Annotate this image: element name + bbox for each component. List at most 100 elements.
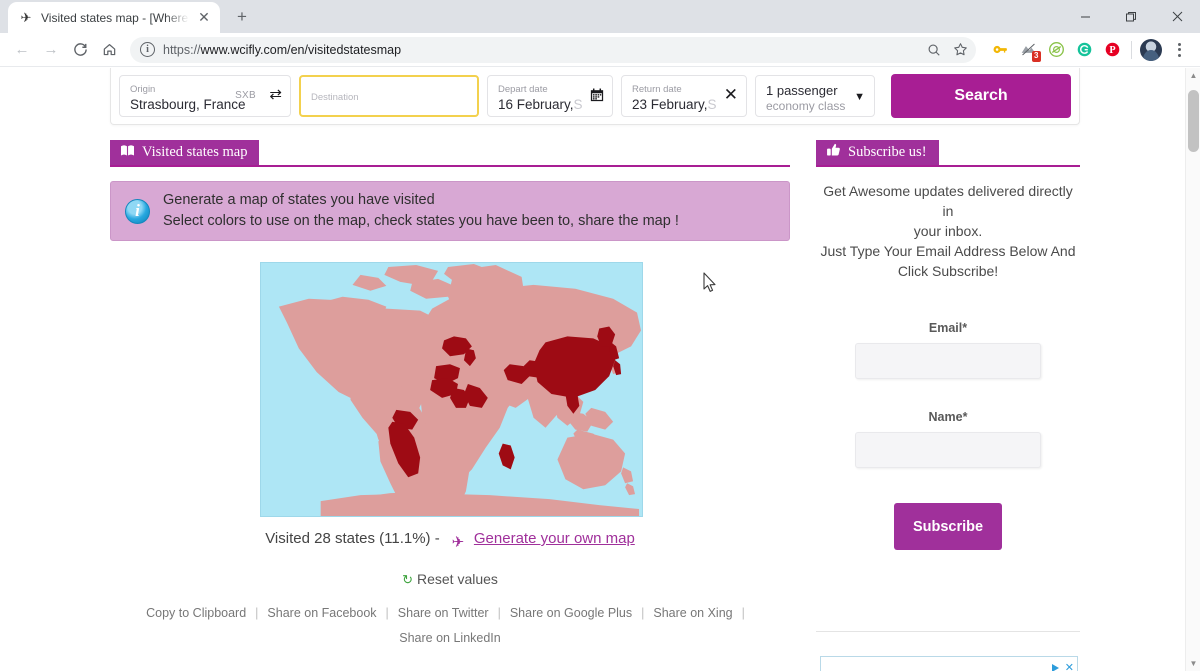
subscribe-tab[interactable]: Subscribe us! xyxy=(816,140,939,165)
minimize-button[interactable] xyxy=(1062,0,1108,33)
tab-title: Visited states map - [Where Can xyxy=(41,10,189,25)
browser-tab[interactable]: ✈ Visited states map - [Where Can ✕ xyxy=(8,2,220,33)
email-field[interactable] xyxy=(855,343,1041,379)
info-icon: i xyxy=(125,198,150,224)
depart-date-value: 16 February, xyxy=(498,96,574,112)
url-text: https://www.wcifly.com/en/visitedstatesm… xyxy=(163,43,914,57)
info-circle-icon[interactable]: i xyxy=(140,42,155,57)
url-scheme: https:// xyxy=(163,42,201,57)
airplane-icon: ✈ xyxy=(451,534,465,551)
page-scrollbar[interactable]: ▲ ▼ xyxy=(1185,68,1200,671)
origin-iata-code: SXB xyxy=(235,90,256,101)
extension-icons: 3 P xyxy=(983,37,1192,63)
subscribe-header: Subscribe us! xyxy=(816,140,1080,167)
destination-field[interactable]: Destination xyxy=(299,75,479,117)
share-on-xing-link[interactable]: Share on Xing xyxy=(653,606,732,620)
info-banner: i Generate a map of states you have visi… xyxy=(110,181,790,241)
privacy-badger-icon[interactable] xyxy=(1043,37,1069,63)
refresh-icon: ↻ xyxy=(402,572,413,587)
map-book-icon xyxy=(120,144,135,162)
destination-label: Destination xyxy=(311,92,359,103)
new-tab-button[interactable]: + xyxy=(228,3,256,31)
world-map[interactable] xyxy=(260,262,643,517)
passenger-selector[interactable]: 1 passenger economy class ▼ xyxy=(755,75,875,117)
home-icon[interactable] xyxy=(95,36,123,64)
advertisement[interactable]: ✕ xyxy=(820,656,1078,671)
world-map-svg xyxy=(261,263,642,516)
subscribe-desc-line-4: Click Subscribe! xyxy=(897,263,999,279)
share-on-twitter-link[interactable]: Share on Twitter xyxy=(398,606,489,620)
email-label: Email* xyxy=(928,321,968,335)
generate-your-own-map-link[interactable]: Generate your own map xyxy=(474,530,635,547)
kebab-menu-icon[interactable] xyxy=(1166,37,1192,63)
avatar[interactable] xyxy=(1138,37,1164,63)
window-controls xyxy=(1062,0,1200,33)
omnibox-icons xyxy=(922,38,972,62)
scroll-down-arrow[interactable]: ▼ xyxy=(1186,656,1200,671)
visited-states-map-tab[interactable]: Visited states map xyxy=(110,140,260,165)
share-on-google-plus-link[interactable]: Share on Google Plus xyxy=(510,606,632,620)
depart-date-field[interactable]: Depart date 16 February,S xyxy=(487,75,613,117)
reload-icon[interactable] xyxy=(66,36,94,64)
share-separator: | xyxy=(741,606,745,620)
close-icon[interactable]: ✕ xyxy=(1065,661,1074,671)
return-date-field[interactable]: Return date 23 February,S ✕ xyxy=(621,75,747,117)
adchoices-icon[interactable] xyxy=(1051,663,1059,671)
close-icon[interactable]: ✕ xyxy=(196,9,212,26)
airplane-icon: ✈ xyxy=(20,9,32,25)
toolbar-divider xyxy=(1131,40,1132,59)
back-arrow-icon[interactable]: ← xyxy=(8,36,36,64)
depart-date-label: Depart date xyxy=(498,83,548,95)
share-separator: | xyxy=(255,606,259,620)
map-caption: Visited 28 states (11.1%) - ✈ Generate yo… xyxy=(110,530,790,552)
info-banner-line-1: Generate a map of states you have visite… xyxy=(163,192,435,208)
subscribe-desc-line-1: Get Awesome updates delivered directly i… xyxy=(823,183,1073,219)
visited-states-map-tab-label: Visited states map xyxy=(142,144,248,160)
share-on-linkedin-link[interactable]: Share on LinkedIn xyxy=(399,631,500,645)
browser-window: ✈ Visited states map - [Where Can ✕ + xyxy=(0,0,1200,671)
subscribe-panel: Get Awesome updates delivered directly i… xyxy=(816,181,1080,550)
subscribe-button[interactable]: Subscribe xyxy=(894,503,1002,550)
adblock-icon[interactable]: 3 xyxy=(1015,37,1041,63)
sidebar-divider xyxy=(816,631,1080,632)
visited-count-text: Visited 28 states (11.1%) - xyxy=(265,530,440,547)
info-banner-line-2: Select colors to use on the map, check s… xyxy=(163,213,679,229)
reset-values-link[interactable]: Reset values xyxy=(417,571,498,587)
name-label: Name* xyxy=(928,410,968,424)
star-icon[interactable] xyxy=(948,38,972,62)
close-button[interactable] xyxy=(1154,0,1200,33)
maximize-button[interactable] xyxy=(1108,0,1154,33)
copy-to-clipboard-link[interactable]: Copy to Clipboard xyxy=(146,606,246,620)
share-on-facebook-link[interactable]: Share on Facebook xyxy=(267,606,376,620)
name-field[interactable] xyxy=(855,432,1041,468)
page-content: Origin Strasbourg, France SXB ⇄ Destinat… xyxy=(0,68,1185,671)
browser-toolbar: ← → i https://www.wcifly.com/en/visiteds… xyxy=(0,33,1200,67)
password-key-icon[interactable] xyxy=(987,37,1013,63)
ad-controls: ✕ xyxy=(1051,661,1074,671)
address-bar[interactable]: i https://www.wcifly.com/en/visitedstate… xyxy=(130,36,976,63)
depart-date-value-truncated: S xyxy=(573,96,583,112)
calendar-icon[interactable] xyxy=(590,88,604,104)
visited-states-map-header: Visited states map xyxy=(110,140,790,167)
url-rest: www.wcifly.com/en/visitedstatesmap xyxy=(200,42,402,57)
chevron-down-icon[interactable]: ▼ xyxy=(854,91,865,103)
svg-text:P: P xyxy=(1109,45,1115,56)
share-separator: | xyxy=(641,606,645,620)
info-banner-text: Generate a map of states you have visite… xyxy=(163,190,679,232)
pinterest-icon[interactable]: P xyxy=(1099,37,1125,63)
subscribe-tab-label: Subscribe us! xyxy=(848,144,927,160)
share-separator: | xyxy=(497,606,501,620)
search-button[interactable]: Search xyxy=(891,74,1071,118)
forward-arrow-icon[interactable]: → xyxy=(37,36,65,64)
scrollbar-thumb[interactable] xyxy=(1188,90,1199,152)
search-icon[interactable] xyxy=(922,38,946,62)
scroll-up-arrow[interactable]: ▲ xyxy=(1186,68,1200,83)
clear-x-icon[interactable]: ✕ xyxy=(724,86,738,103)
subscribe-desc-line-3: Just Type Your Email Address Below And xyxy=(820,243,1076,259)
origin-field[interactable]: Origin Strasbourg, France SXB ⇄ xyxy=(119,75,291,117)
return-date-value-truncated: S xyxy=(707,96,717,112)
return-date-value: 23 February, xyxy=(632,96,708,112)
flight-search-bar: Origin Strasbourg, France SXB ⇄ Destinat… xyxy=(110,68,1080,125)
grammarly-icon[interactable] xyxy=(1071,37,1097,63)
swap-arrows-icon[interactable]: ⇄ xyxy=(269,87,282,102)
